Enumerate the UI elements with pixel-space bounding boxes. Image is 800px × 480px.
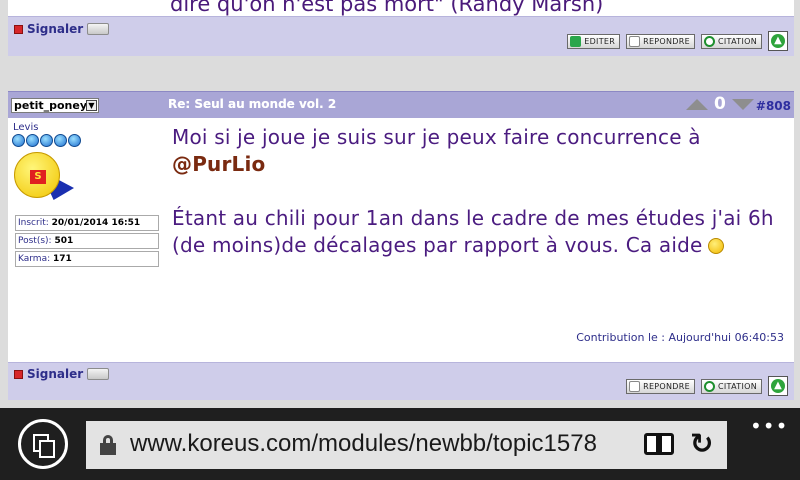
mention-link[interactable]: @PurLio bbox=[172, 152, 266, 176]
reading-view-icon[interactable] bbox=[644, 433, 676, 457]
stat-posts: Post(s): 501 bbox=[15, 233, 159, 249]
rank-star-icon bbox=[40, 134, 53, 147]
stat-label: Inscrit: bbox=[18, 218, 49, 228]
stat-label: Post(s): bbox=[18, 236, 52, 246]
previous-post-action-bar: Signaler EDITER REPONDRE CITATION ▲ bbox=[8, 16, 794, 56]
post-text: Étant au chili pour 1an dans le cadre de… bbox=[172, 206, 774, 257]
reply-label: REPONDRE bbox=[643, 381, 690, 391]
previous-post-actions: EDITER REPONDRE CITATION ▲ bbox=[567, 31, 788, 51]
report-link[interactable]: Signaler bbox=[14, 22, 110, 36]
post-action-bar: Signaler REPONDRE CITATION ▲ bbox=[8, 362, 794, 400]
vote-widget: 0 bbox=[686, 94, 754, 114]
quote-button[interactable]: CITATION bbox=[701, 33, 762, 49]
browser-bar: www.koreus.com/modules/newbb/topic1578 ↻… bbox=[0, 408, 800, 480]
vote-count: 0 bbox=[714, 94, 726, 114]
chevron-down-icon: ▼ bbox=[86, 100, 97, 111]
stat-value: 171 bbox=[53, 254, 72, 264]
url-text[interactable]: www.koreus.com/modules/newbb/topic1578 bbox=[130, 430, 628, 458]
reply-button[interactable]: REPONDRE bbox=[626, 33, 695, 49]
post-header: petit_poney ▼ Re: Seul au monde vol. 2 0… bbox=[8, 91, 794, 118]
rank-star-icon bbox=[12, 134, 25, 147]
avatar[interactable]: S bbox=[14, 152, 76, 206]
report-label: Signaler bbox=[27, 22, 84, 36]
reply-icon bbox=[629, 380, 641, 392]
report-label: Signaler bbox=[27, 367, 84, 381]
rank-star-icon bbox=[54, 134, 67, 147]
lock-icon bbox=[100, 435, 116, 455]
quote-label: CITATION bbox=[718, 381, 757, 391]
report-link[interactable]: Signaler bbox=[14, 367, 110, 381]
tabs-icon-front bbox=[39, 440, 55, 458]
post-content: Moi si je joue je suis sur je peux faire… bbox=[172, 124, 786, 259]
more-menu-button[interactable]: ••• bbox=[750, 414, 788, 438]
avatar-emblem: S bbox=[30, 170, 46, 184]
post-title[interactable]: Re: Seul au monde vol. 2 bbox=[168, 97, 336, 111]
post-text: Moi si je joue je suis sur je peux faire… bbox=[172, 125, 701, 149]
tool-icon bbox=[87, 368, 110, 380]
upvote-icon[interactable] bbox=[686, 98, 708, 110]
author-sidebar: Levis S Inscrit: 20/01/2014 16:51 Post(s… bbox=[8, 118, 164, 362]
username-select-value: petit_poney bbox=[14, 99, 88, 112]
stat-karma: Karma: 171 bbox=[15, 251, 159, 267]
post-actions: REPONDRE CITATION ▲ bbox=[626, 376, 788, 396]
post-paragraph-1: Moi si je joue je suis sur je peux faire… bbox=[172, 124, 786, 178]
quote-icon bbox=[704, 35, 715, 47]
edit-label: EDITER bbox=[584, 36, 616, 46]
grin-smiley-icon bbox=[708, 238, 725, 254]
arrow-up-icon: ▲ bbox=[771, 34, 785, 48]
quote-button[interactable]: CITATION bbox=[701, 378, 762, 394]
tabs-button[interactable] bbox=[18, 419, 68, 469]
reply-icon bbox=[629, 35, 641, 47]
page: dire qu'on n'est pas mort" (Randy Marsh)… bbox=[0, 0, 800, 480]
refresh-icon[interactable]: ↻ bbox=[690, 427, 713, 460]
stat-label: Karma: bbox=[18, 254, 51, 264]
post-paragraph-2: Étant au chili pour 1an dans le cadre de… bbox=[172, 205, 786, 259]
stat-registered: Inscrit: 20/01/2014 16:51 bbox=[15, 215, 159, 231]
rank-star-icon bbox=[26, 134, 39, 147]
arrow-up-icon: ▲ bbox=[771, 379, 785, 393]
quote-icon bbox=[704, 380, 715, 392]
edit-button[interactable]: EDITER bbox=[567, 33, 621, 49]
previous-post-text: dire qu'on n'est pas mort" (Randy Marsh) bbox=[170, 0, 604, 16]
contribution-date: Contribution le : Aujourd'hui 06:40:53 bbox=[576, 331, 784, 344]
downvote-icon[interactable] bbox=[731, 98, 754, 110]
flag-icon bbox=[14, 24, 23, 34]
scroll-top-button[interactable]: ▲ bbox=[768, 376, 788, 396]
rank-star-icon bbox=[68, 134, 81, 147]
reply-label: REPONDRE bbox=[643, 36, 690, 46]
quote-label: CITATION bbox=[718, 36, 757, 46]
edit-icon bbox=[570, 35, 582, 47]
author-name[interactable]: Levis bbox=[13, 122, 38, 133]
post-body: Levis S Inscrit: 20/01/2014 16:51 Post(s… bbox=[8, 118, 794, 362]
username-select[interactable]: petit_poney ▼ bbox=[11, 98, 99, 113]
address-bar[interactable]: www.koreus.com/modules/newbb/topic1578 ↻ bbox=[86, 421, 727, 469]
rank-stars bbox=[12, 134, 81, 147]
flag-icon bbox=[14, 369, 23, 379]
stat-value: 20/01/2014 16:51 bbox=[51, 218, 141, 228]
stat-value: 501 bbox=[54, 236, 74, 246]
post-number-link[interactable]: #808 bbox=[756, 99, 791, 113]
scroll-top-button[interactable]: ▲ bbox=[768, 31, 788, 51]
reply-button[interactable]: REPONDRE bbox=[626, 378, 695, 394]
tool-icon bbox=[87, 23, 110, 35]
